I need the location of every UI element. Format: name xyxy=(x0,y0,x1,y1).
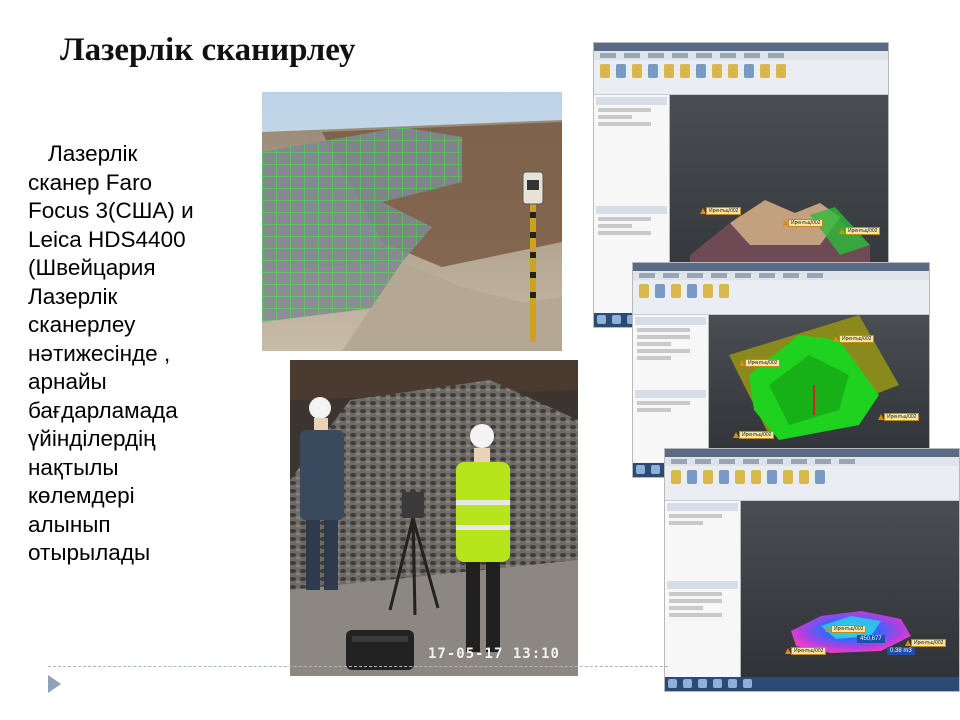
volume-unit-label: 0.38 m3 xyxy=(887,647,915,655)
field-scanner-illustration xyxy=(290,360,578,676)
body-line: нәтижесінде , xyxy=(28,340,171,366)
body-line: нақтылы xyxy=(28,454,119,480)
green-surface-model xyxy=(729,315,899,440)
properties-panel xyxy=(633,315,709,463)
footer-divider xyxy=(48,666,668,667)
survey-marker-tag: Ирентьц/002 xyxy=(699,207,742,215)
survey-marker-tag: Ирентьц/002 xyxy=(738,359,781,367)
body-line: үйінділердің xyxy=(28,426,156,451)
body-line: алынып xyxy=(28,511,111,537)
body-line: отырылады xyxy=(28,540,151,565)
survey-marker-tag: Ирентьц/002 xyxy=(832,335,875,343)
project-tree-panel xyxy=(665,501,741,677)
survey-marker-tag: Ирентьц/002 xyxy=(732,431,775,439)
volume-heatmap-model xyxy=(791,611,911,653)
body-text: Лазерлік сканер Faro Focus 3(США) и Leic… xyxy=(28,140,258,568)
ribbon-toolbar xyxy=(633,271,929,315)
ribbon-toolbar xyxy=(594,51,888,95)
open-pit-scan-illustration xyxy=(262,92,562,351)
survey-marker-tag: Ирентьц/002 xyxy=(838,227,881,235)
field-scanner-photo: 17-05-17 13:10 xyxy=(290,360,578,676)
body-line: Лазерлік xyxy=(28,283,118,309)
ribbon-toolbar xyxy=(665,457,959,501)
taskbar xyxy=(665,677,959,691)
triangle-right-icon[interactable] xyxy=(48,675,61,693)
photo-timestamp: 17-05-17 13:10 xyxy=(427,646,560,662)
body-line: арнайы xyxy=(28,369,107,394)
body-line: Лазерлік xyxy=(48,141,138,166)
body-line: бағдарламада xyxy=(28,397,178,423)
3d-viewport: Ирентьц/002 Ирентьц/002 Ирентьц/002 Ирен… xyxy=(741,501,959,685)
body-line: (Швейцария xyxy=(28,255,156,280)
body-line: сканер Faro xyxy=(28,169,153,195)
slide-title: Лазерлік сканирлеу xyxy=(60,32,356,68)
3d-viewport: Ирентьц/002 Ирентьц/002 Ирентьц/002 Ирен… xyxy=(709,315,929,463)
body-line: сканерлеу xyxy=(28,312,136,337)
survey-marker-tag: Ирентьц/002 xyxy=(904,639,947,647)
survey-marker-tag: Ирентьц/002 xyxy=(781,219,824,227)
window-titlebar xyxy=(594,43,888,51)
scan-software-screenshot-surface: Ирентьц/002 Ирентьц/002 Ирентьц/002 Ирен… xyxy=(632,262,930,478)
body-line: көлемдері xyxy=(28,483,135,508)
survey-marker-tag: Ирентьц/002 xyxy=(784,647,827,655)
body-line: Focus 3(США) и xyxy=(28,198,194,223)
body-line: Leica HDS4400 xyxy=(28,226,186,252)
open-pit-scan-photo xyxy=(262,92,562,351)
window-titlebar xyxy=(665,449,959,457)
volume-value-label: 450,677 xyxy=(857,635,885,643)
scan-software-screenshot-volume: Ирентьц/002 Ирентьц/002 Ирентьц/002 Ирен… xyxy=(664,448,960,692)
window-titlebar xyxy=(633,263,929,271)
survey-marker-tag: Ирентьц/002 xyxy=(824,625,867,633)
survey-marker-tag: Ирентьц/002 xyxy=(877,413,920,421)
